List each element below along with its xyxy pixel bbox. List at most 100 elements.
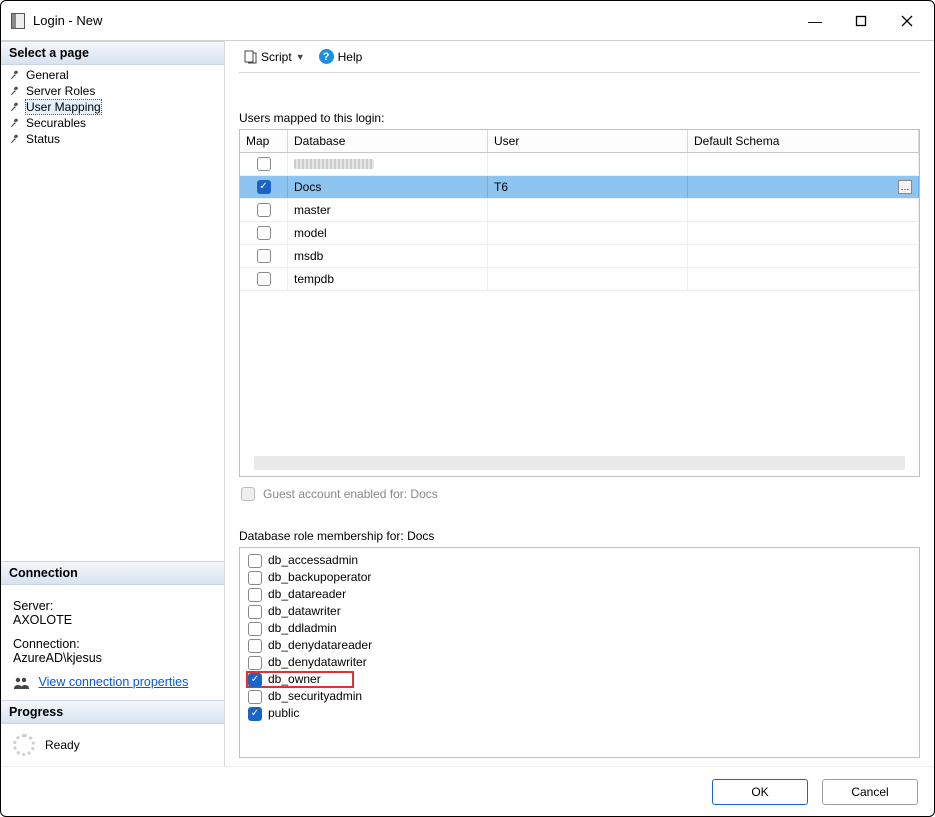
progress-header: Progress [1,700,224,724]
users-mapped-grid[interactable]: Map Database User Default Schema DocsT6 …… [239,129,920,477]
role-checkbox[interactable] [248,554,262,568]
role-item-db_denydatareader[interactable]: db_denydatareader [246,637,913,654]
table-row[interactable]: msdb [240,245,919,268]
view-connection-properties-link[interactable]: View connection properties [38,675,188,689]
role-item-db_ddladmin[interactable]: db_ddladmin [246,620,913,637]
map-checkbox[interactable] [257,180,271,194]
role-label: db_accessadmin [268,552,358,569]
cell-user [488,222,688,244]
chevron-down-icon: ▼ [296,52,305,62]
people-icon [13,676,29,690]
cell-schema [688,222,919,244]
role-item-db_datareader[interactable]: db_datareader [246,586,913,603]
help-button[interactable]: ? Help [315,47,367,66]
role-checkbox[interactable] [248,656,262,670]
map-checkbox[interactable] [257,249,271,263]
role-label: db_backupoperator [268,569,371,586]
horizontal-scrollbar[interactable] [254,456,905,470]
nav-item-status[interactable]: Status [5,131,220,147]
table-row[interactable]: master [240,199,919,222]
progress-status: Ready [45,738,80,752]
col-default-schema[interactable]: Default Schema [688,130,919,152]
role-checkbox[interactable] [248,605,262,619]
cell-database: Docs [288,176,488,198]
role-checkbox[interactable] [248,622,262,636]
cell-user: T6 [488,176,688,198]
script-button[interactable]: Script ▼ [239,48,309,66]
cell-user [488,268,688,290]
users-mapped-label: Users mapped to this login: [239,111,920,125]
role-checkbox[interactable] [248,571,262,585]
guest-enabled-checkbox [241,487,255,501]
role-checkbox[interactable] [248,673,262,687]
map-checkbox[interactable] [257,157,271,171]
app-icon [11,13,25,29]
map-checkbox[interactable] [257,226,271,240]
nav-item-general[interactable]: General [5,67,220,83]
role-label: db_denydatawriter [268,654,367,671]
cell-database: model [288,222,488,244]
role-label: public [268,705,299,722]
nav-item-label: User Mapping [26,100,101,114]
cell-schema: … [688,176,919,198]
toolbar: Script ▼ ? Help [239,41,920,73]
table-row[interactable]: model [240,222,919,245]
cell-schema [688,153,919,175]
roles-list[interactable]: db_accessadmindb_backupoperatordb_datare… [239,547,920,758]
window-title: Login - New [33,13,792,28]
map-checkbox[interactable] [257,203,271,217]
wrench-icon [9,85,21,97]
minimize-button[interactable]: — [792,5,838,37]
col-user[interactable]: User [488,130,688,152]
col-database[interactable]: Database [288,130,488,152]
pages-header: Select a page [1,41,224,65]
connection-label: Connection: [13,637,212,651]
role-checkbox[interactable] [248,639,262,653]
table-row[interactable]: tempdb [240,268,919,291]
guest-enabled-label: Guest account enabled for: Docs [263,487,438,501]
wrench-icon [9,101,21,113]
cell-user [488,199,688,221]
cell-schema [688,199,919,221]
role-checkbox[interactable] [248,690,262,704]
table-row[interactable]: DocsT6 … [240,176,919,199]
role-item-db_securityadmin[interactable]: db_securityadmin [246,688,913,705]
role-checkbox[interactable] [248,707,262,721]
close-button[interactable] [884,5,930,37]
role-item-db_datawriter[interactable]: db_datawriter [246,603,913,620]
help-icon: ? [319,49,334,64]
map-checkbox[interactable] [257,272,271,286]
cell-database: master [288,199,488,221]
connection-value: AzureAD\kjesus [13,651,212,665]
browse-schema-button[interactable]: … [898,180,912,194]
role-checkbox[interactable] [248,588,262,602]
roles-label: Database role membership for: Docs [239,529,920,543]
dialog-footer: OK Cancel [1,766,934,816]
role-item-db_denydatawriter[interactable]: db_denydatawriter [246,654,913,671]
role-item-public[interactable]: public [246,705,913,722]
left-panel: Select a page GeneralServer RolesUser Ma… [1,41,225,766]
redacted-text [294,159,374,169]
nav-item-user-mapping[interactable]: User Mapping [5,99,220,115]
ok-button[interactable]: OK [712,779,808,805]
table-row[interactable] [240,153,919,176]
role-label: db_owner [268,671,321,688]
nav-item-label: Status [26,132,60,146]
wrench-icon [9,117,21,129]
right-panel: Script ▼ ? Help Users mapped to this log… [225,41,934,766]
titlebar: Login - New — [1,1,934,41]
nav-item-server-roles[interactable]: Server Roles [5,83,220,99]
script-icon [243,50,257,64]
server-value: AXOLOTE [13,613,212,627]
progress-spinner-icon [13,734,35,756]
cell-user [488,245,688,267]
col-map[interactable]: Map [240,130,288,152]
cell-user [488,153,688,175]
role-item-db_accessadmin[interactable]: db_accessadmin [246,552,913,569]
cancel-button[interactable]: Cancel [822,779,918,805]
role-item-db_owner[interactable]: db_owner [246,671,354,688]
nav-item-label: Securables [26,116,86,130]
role-item-db_backupoperator[interactable]: db_backupoperator [246,569,913,586]
maximize-button[interactable] [838,5,884,37]
nav-item-securables[interactable]: Securables [5,115,220,131]
